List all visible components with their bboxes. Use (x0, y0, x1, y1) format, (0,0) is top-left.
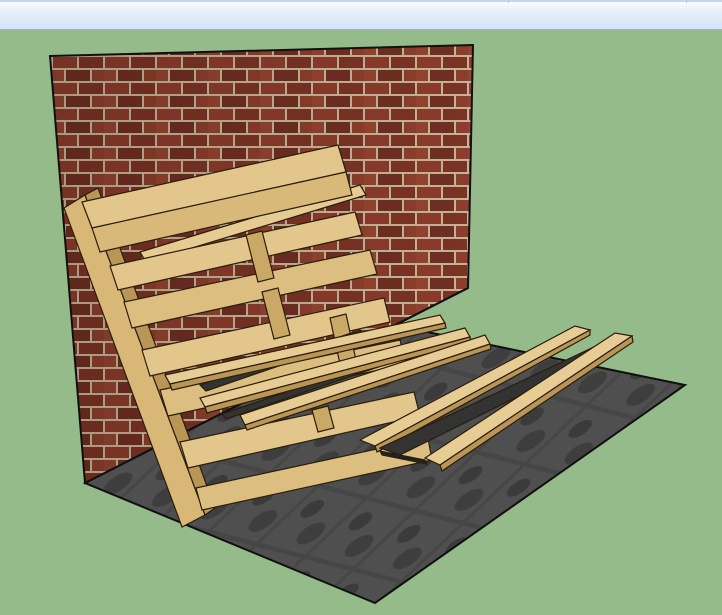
model-viewport[interactable] (0, 30, 722, 615)
toolbar-area (0, 0, 722, 30)
toolbar-separator (686, 0, 687, 3)
3d-scene[interactable] (0, 30, 722, 615)
toolbar-separator (508, 0, 509, 3)
window-edge (0, 0, 722, 2)
